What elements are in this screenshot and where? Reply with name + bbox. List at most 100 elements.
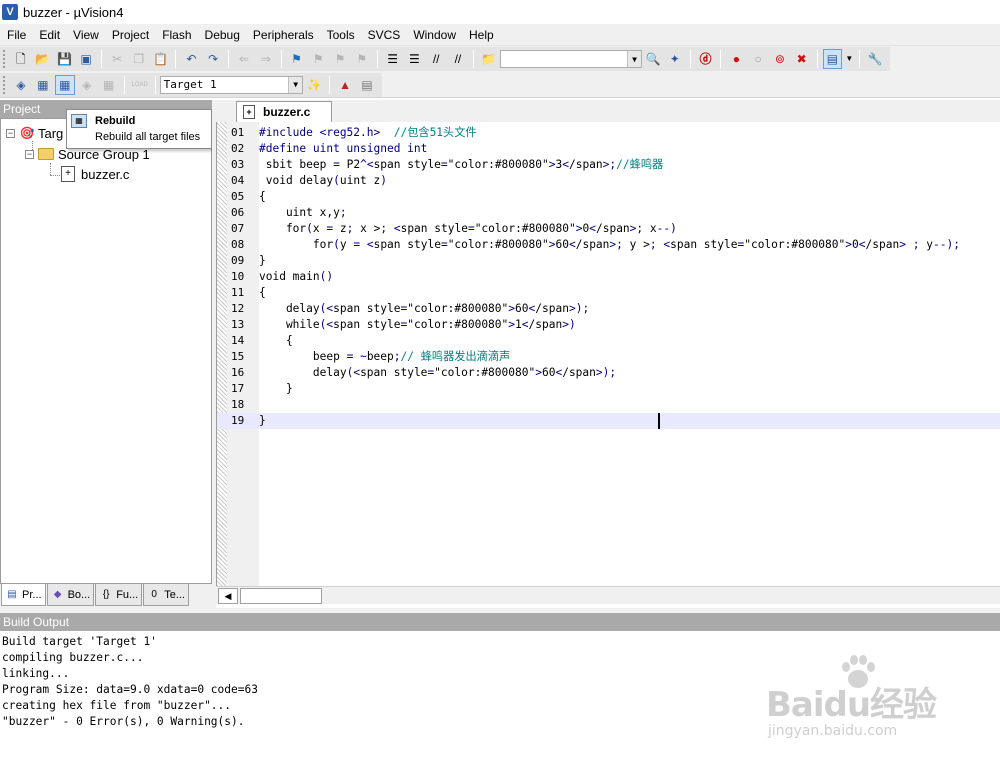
menu-svcs[interactable]: SVCS (361, 24, 407, 46)
indent-icon[interactable]: ☰ (383, 49, 403, 69)
code-line[interactable]: 07 for(x = z; x >; <span style="color:#8… (217, 221, 1000, 237)
line-number: 19 (231, 414, 245, 427)
code-line[interactable]: 18 (217, 397, 1000, 413)
build-output-line: linking... (2, 667, 70, 680)
translate-icon[interactable]: ◈ (11, 75, 31, 95)
editor-tab-bar: + buzzer.c (216, 100, 1000, 122)
new-file-icon[interactable]: 🗋 (11, 49, 31, 69)
scrollbar-thumb[interactable] (240, 588, 322, 604)
tab-functions[interactable]: {} Fu... (95, 584, 143, 606)
menu-window[interactable]: Window (406, 24, 462, 46)
target-select[interactable]: Target 1 ▼ (159, 75, 304, 94)
code-line[interactable]: 10 void main() (217, 269, 1000, 285)
line-number: 09 (231, 254, 245, 267)
paste-icon[interactable]: 📋 (151, 49, 171, 69)
code-line[interactable]: 04 void delay(uint z) (217, 173, 1000, 189)
enable-breakpoint-icon[interactable]: ○ (748, 49, 768, 69)
save-icon[interactable]: 💾 (55, 49, 75, 69)
incremental-find-icon[interactable]: ✦ (665, 49, 685, 69)
rebuild-tooltip: ▦ Rebuild Rebuild all target files (66, 109, 212, 149)
collapse-icon[interactable]: − (6, 128, 15, 138)
unindent-icon[interactable]: ☰ (404, 49, 424, 69)
copy-icon[interactable]: ❐ (129, 49, 149, 69)
line-number: 08 (231, 238, 245, 251)
menu-view[interactable]: View (66, 24, 105, 46)
code-line[interactable]: 11 { (217, 285, 1000, 301)
configure-icon[interactable]: 🔧 (865, 49, 885, 69)
code-line[interactable]: 14 { (217, 333, 1000, 349)
find-in-files-icon[interactable]: 📁 (479, 49, 499, 69)
insert-breakpoint-icon[interactable]: ● (726, 49, 746, 69)
code-line[interactable]: 02 #define uint unsigned int (217, 141, 1000, 157)
menu-flash[interactable]: Flash (155, 24, 197, 46)
stop-build-icon[interactable]: ▦ (99, 75, 119, 95)
tree-item-file[interactable]: + buzzer.c (61, 165, 131, 183)
comment-icon[interactable]: // (426, 49, 446, 69)
code-line[interactable]: 19} (217, 413, 1000, 429)
code-line[interactable]: 05 { (217, 189, 1000, 205)
code-editor[interactable]: 01 #include <reg52.h> //包含51头文件 02 #define … (216, 122, 1000, 586)
code-line[interactable]: 17 } (217, 381, 1000, 397)
uncomment-icon[interactable]: // (448, 49, 468, 69)
clear-bookmarks-icon[interactable]: ⚑ (352, 49, 372, 69)
collapse-icon[interactable]: − (25, 149, 34, 159)
menu-peripherals[interactable]: Peripherals (246, 24, 320, 46)
tab-templates[interactable]: 0 Te... (143, 584, 189, 606)
toolbar-grip[interactable] (3, 50, 7, 68)
editor-horizontal-scrollbar[interactable]: ◀ (216, 586, 1000, 604)
rebuild-icon[interactable]: ▦ (54, 74, 75, 95)
select-packs-icon[interactable]: ▤ (357, 75, 377, 95)
code-line[interactable]: 03 sbit beep = P2^<span style="color:#80… (217, 157, 1000, 173)
code-line[interactable]: 09} (217, 253, 1000, 269)
tab-buzzer-c[interactable]: + buzzer.c (236, 101, 332, 122)
open-folder-icon[interactable]: 📂 (33, 49, 53, 69)
tab-books[interactable]: ◆ Bo... (46, 584, 95, 606)
disable-breakpoints-icon[interactable]: ⊚ (770, 49, 790, 69)
toolbar-separator (376, 50, 378, 68)
next-bookmark-icon[interactable]: ⚑ (330, 49, 350, 69)
undo-icon[interactable]: ↶ (181, 49, 201, 69)
code-line[interactable]: 01 #include <reg52.h> //包含51头文件 (217, 125, 1000, 141)
navigate-forward-icon[interactable]: ⇒ (256, 49, 276, 69)
code-line[interactable]: 06 uint x,y; (217, 205, 1000, 221)
chevron-down-icon[interactable]: ▼ (627, 51, 642, 67)
tree-connector (50, 175, 60, 176)
project-panel: − 🎯 Targ − Source Group 1 + buzzer.c (0, 118, 212, 584)
navigate-back-icon[interactable]: ⇐ (234, 49, 254, 69)
line-number: 17 (231, 382, 245, 395)
target-options-icon[interactable]: ✨ (304, 75, 324, 95)
menu-edit[interactable]: Edit (32, 24, 66, 46)
toolbar-grip[interactable] (3, 75, 7, 94)
menu-debug[interactable]: Debug (198, 24, 246, 46)
find-combo[interactable]: ▼ (499, 50, 643, 68)
kill-breakpoints-icon[interactable]: ✖ (792, 49, 812, 69)
scroll-left-icon[interactable]: ◀ (218, 588, 238, 604)
tree-file-label: buzzer.c (81, 166, 130, 182)
window-layout-icon[interactable]: ▤ (822, 49, 843, 69)
code-line[interactable]: 13 while(<span style="color:#800080">1</… (217, 317, 1000, 333)
menu-file[interactable]: File (0, 24, 32, 46)
layout-chevron-down-icon[interactable]: ▼ (844, 49, 854, 69)
find-icon[interactable]: 🔍 (643, 49, 663, 69)
cut-icon[interactable]: ✂ (107, 49, 127, 69)
tree-item-target[interactable]: − 🎯 Targ (6, 124, 63, 142)
batch-build-icon[interactable]: ◈ (77, 75, 97, 95)
redo-icon[interactable]: ↷ (203, 49, 223, 69)
code-line[interactable]: 12 delay(<span style="color:#800080">60<… (217, 301, 1000, 317)
bookmark-icon[interactable]: ⚑ (287, 49, 307, 69)
download-icon[interactable]: LOAD (130, 75, 150, 95)
code-line[interactable]: 08 for(y = <span style="color:#800080">6… (217, 237, 1000, 253)
build-icon[interactable]: ▦ (33, 75, 53, 95)
prev-bookmark-icon[interactable]: ⚑ (308, 49, 328, 69)
code-line[interactable]: 16 delay(<span style="color:#800080">60<… (217, 365, 1000, 381)
debug-session-icon[interactable]: ⓓ (696, 49, 716, 69)
manage-components-icon[interactable]: ▲ (335, 75, 355, 95)
chevron-down-icon[interactable]: ▼ (288, 76, 303, 93)
folder-icon (38, 148, 54, 160)
menu-help[interactable]: Help (462, 24, 500, 46)
code-line[interactable]: 15 beep = ~beep;// 蜂鸣器发出滴滴声 (217, 349, 1000, 365)
save-all-icon[interactable]: ▣ (76, 49, 96, 69)
tab-project[interactable]: ▤ Pr... (1, 584, 46, 606)
menu-tools[interactable]: Tools (320, 24, 361, 46)
menu-project[interactable]: Project (105, 24, 155, 46)
